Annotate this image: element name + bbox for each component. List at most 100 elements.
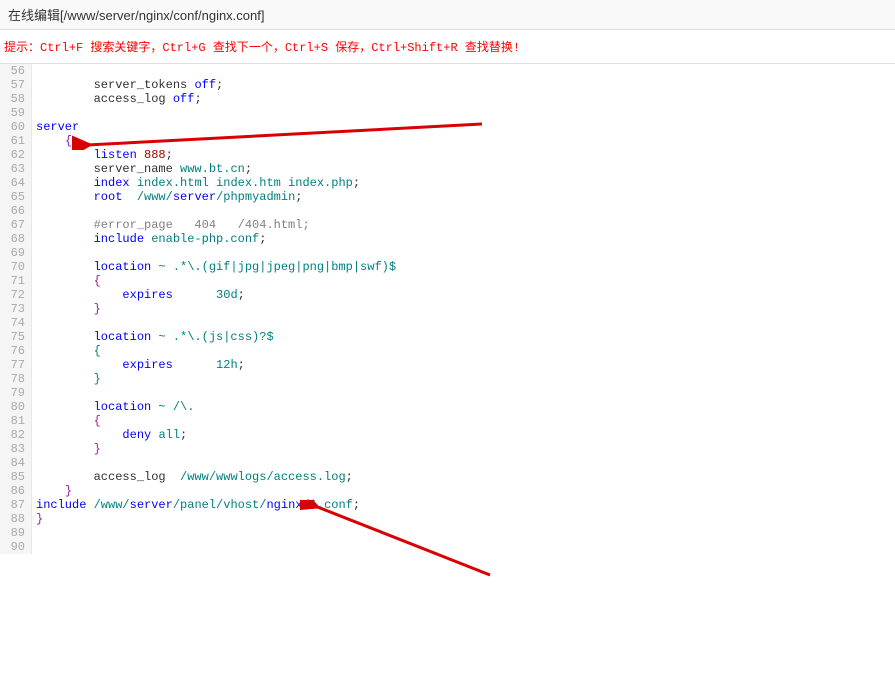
line-number: 63 xyxy=(0,162,32,176)
code-line[interactable]: 83 } xyxy=(0,442,895,456)
code-line[interactable]: 69 xyxy=(0,246,895,260)
code-content[interactable]: location ~ .*\.(gif|jpg|jpeg|png|bmp|swf… xyxy=(32,260,396,274)
code-content[interactable]: root /www/server/phpmyadmin; xyxy=(32,190,302,204)
code-line[interactable]: 59 xyxy=(0,106,895,120)
code-content[interactable]: deny all; xyxy=(32,428,187,442)
line-number: 72 xyxy=(0,288,32,302)
code-line[interactable]: 88} xyxy=(0,512,895,526)
code-content[interactable] xyxy=(32,106,36,120)
code-content[interactable] xyxy=(32,204,36,218)
line-number: 90 xyxy=(0,540,32,554)
code-content[interactable]: } xyxy=(32,484,72,498)
code-content[interactable] xyxy=(32,456,36,470)
line-number: 86 xyxy=(0,484,32,498)
code-content[interactable]: index index.html index.htm index.php; xyxy=(32,176,360,190)
code-line[interactable]: 84 xyxy=(0,456,895,470)
line-number: 88 xyxy=(0,512,32,526)
code-content[interactable]: } xyxy=(32,372,101,386)
code-line[interactable]: 79 xyxy=(0,386,895,400)
code-content[interactable]: { xyxy=(32,134,72,148)
line-number: 57 xyxy=(0,78,32,92)
line-number: 73 xyxy=(0,302,32,316)
line-number: 68 xyxy=(0,232,32,246)
code-line[interactable]: 85 access_log /www/wwwlogs/access.log; xyxy=(0,470,895,484)
line-number: 71 xyxy=(0,274,32,288)
code-line[interactable]: 82 deny all; xyxy=(0,428,895,442)
line-number: 78 xyxy=(0,372,32,386)
code-content[interactable]: } xyxy=(32,302,101,316)
line-number: 84 xyxy=(0,456,32,470)
code-line[interactable]: 81 { xyxy=(0,414,895,428)
code-line[interactable]: 77 expires 12h; xyxy=(0,358,895,372)
line-number: 83 xyxy=(0,442,32,456)
code-content[interactable]: { xyxy=(32,274,101,288)
code-line[interactable]: 63 server_name www.bt.cn; xyxy=(0,162,895,176)
code-line[interactable]: 58 access_log off; xyxy=(0,92,895,106)
code-content[interactable]: } xyxy=(32,512,43,526)
line-number: 85 xyxy=(0,470,32,484)
code-content[interactable] xyxy=(32,316,36,330)
code-content[interactable]: { xyxy=(32,344,101,358)
code-content[interactable] xyxy=(32,64,36,78)
code-line[interactable]: 86 } xyxy=(0,484,895,498)
code-line[interactable]: 56 xyxy=(0,64,895,78)
line-number: 56 xyxy=(0,64,32,78)
code-content[interactable]: include enable-php.conf; xyxy=(32,232,266,246)
code-content[interactable]: location ~ .*\.(js|css)?$ xyxy=(32,330,274,344)
code-line[interactable]: 75 location ~ .*\.(js|css)?$ xyxy=(0,330,895,344)
line-number: 79 xyxy=(0,386,32,400)
code-line[interactable]: 65 root /www/server/phpmyadmin; xyxy=(0,190,895,204)
code-line[interactable]: 76 { xyxy=(0,344,895,358)
line-number: 74 xyxy=(0,316,32,330)
code-content[interactable] xyxy=(32,540,36,554)
code-line[interactable]: 87include /www/server/panel/vhost/nginx/… xyxy=(0,498,895,512)
code-line[interactable]: 57 server_tokens off; xyxy=(0,78,895,92)
code-line[interactable]: 89 xyxy=(0,526,895,540)
line-number: 81 xyxy=(0,414,32,428)
code-content[interactable]: expires 30d; xyxy=(32,288,245,302)
code-line[interactable]: 73 } xyxy=(0,302,895,316)
code-line[interactable]: 62 listen 888; xyxy=(0,148,895,162)
code-content[interactable]: server_tokens off; xyxy=(32,78,223,92)
line-number: 64 xyxy=(0,176,32,190)
line-number: 67 xyxy=(0,218,32,232)
window-title: 在线编辑[/www/server/nginx/conf/nginx.conf] xyxy=(0,0,895,30)
line-number: 89 xyxy=(0,526,32,540)
code-line[interactable]: 64 index index.html index.htm index.php; xyxy=(0,176,895,190)
line-number: 59 xyxy=(0,106,32,120)
line-number: 61 xyxy=(0,134,32,148)
line-number: 75 xyxy=(0,330,32,344)
code-content[interactable]: server xyxy=(32,120,79,134)
code-line[interactable]: 90 xyxy=(0,540,895,554)
code-line[interactable]: 71 { xyxy=(0,274,895,288)
code-content[interactable]: server_name www.bt.cn; xyxy=(32,162,252,176)
code-content[interactable]: { xyxy=(32,414,101,428)
code-content[interactable]: access_log /www/wwwlogs/access.log; xyxy=(32,470,353,484)
code-editor[interactable]: 5657 server_tokens off;58 access_log off… xyxy=(0,64,895,674)
code-line[interactable]: 80 location ~ /\. xyxy=(0,400,895,414)
code-line[interactable]: 68 include enable-php.conf; xyxy=(0,232,895,246)
code-line[interactable]: 74 xyxy=(0,316,895,330)
code-line[interactable]: 61 { xyxy=(0,134,895,148)
line-number: 80 xyxy=(0,400,32,414)
code-content[interactable]: #error_page 404 /404.html; xyxy=(32,218,310,232)
line-number: 87 xyxy=(0,498,32,512)
code-content[interactable]: location ~ /\. xyxy=(32,400,194,414)
line-number: 66 xyxy=(0,204,32,218)
code-content[interactable] xyxy=(32,386,36,400)
code-line[interactable]: 72 expires 30d; xyxy=(0,288,895,302)
code-line[interactable]: 66 xyxy=(0,204,895,218)
code-content[interactable]: listen 888; xyxy=(32,148,173,162)
code-line[interactable]: 60server xyxy=(0,120,895,134)
code-line[interactable]: 67 #error_page 404 /404.html; xyxy=(0,218,895,232)
code-content[interactable]: expires 12h; xyxy=(32,358,245,372)
code-content[interactable]: } xyxy=(32,442,101,456)
code-line[interactable]: 78 } xyxy=(0,372,895,386)
code-line[interactable]: 70 location ~ .*\.(gif|jpg|jpeg|png|bmp|… xyxy=(0,260,895,274)
code-content[interactable]: access_log off; xyxy=(32,92,202,106)
line-number: 70 xyxy=(0,260,32,274)
code-content[interactable] xyxy=(32,246,36,260)
code-content[interactable]: include /www/server/panel/vhost/nginx/*.… xyxy=(32,498,360,512)
code-content[interactable] xyxy=(32,526,36,540)
hint-bar: 提示：Ctrl+F 搜索关键字，Ctrl+G 查找下一个，Ctrl+S 保存，C… xyxy=(0,30,895,64)
